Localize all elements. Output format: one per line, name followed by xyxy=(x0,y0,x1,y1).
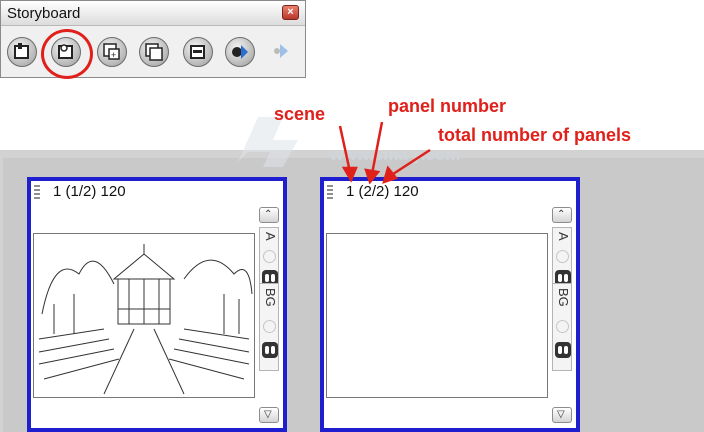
layer-bg[interactable]: BG xyxy=(552,283,572,371)
close-icon[interactable]: × xyxy=(282,5,299,20)
delete-panel-icon[interactable] xyxy=(183,37,213,67)
layer-lock-icon[interactable] xyxy=(556,320,569,333)
panel-header[interactable]: 1 (1/2) 120 xyxy=(31,181,283,205)
panel-layer-sidebar: ⌃ A BG ▽ xyxy=(552,207,574,427)
scroll-up-button[interactable]: ⌃ xyxy=(259,207,279,223)
storyboard-panel-1[interactable]: 1 (1/2) 120 ⌃ A BG ▽ xyxy=(27,177,287,432)
next-panel-icon[interactable] xyxy=(225,37,255,67)
panel-image[interactable] xyxy=(326,233,548,398)
storyboard-panel-2[interactable]: 1 (2/2) 120 ⌃ A BG ▽ xyxy=(320,177,580,432)
layer-visibility-icon[interactable] xyxy=(262,342,278,358)
layer-label: A xyxy=(263,232,278,241)
layer-label: A xyxy=(556,232,571,241)
panel-transition-icon[interactable] xyxy=(267,37,297,67)
scroll-down-button[interactable]: ▽ xyxy=(259,407,279,423)
scroll-down-button[interactable]: ▽ xyxy=(552,407,572,423)
panel-label: 1 (2/2) 120 xyxy=(346,183,419,200)
storyboard-toolbar-window: Storyboard × + xyxy=(0,0,306,79)
layer-label: BG xyxy=(556,288,571,307)
annotation-total-panels: total number of panels xyxy=(438,125,632,145)
layer-lock-icon[interactable] xyxy=(556,250,569,263)
annotation-arrows xyxy=(338,122,431,184)
layer-lock-icon[interactable] xyxy=(263,250,276,263)
layer-bg[interactable]: BG xyxy=(259,283,279,371)
panel-header[interactable]: 1 (2/2) 120 xyxy=(324,181,576,205)
annotation-scene: scene xyxy=(274,104,326,124)
drag-handle-icon[interactable] xyxy=(327,185,333,201)
layer-visibility-icon[interactable] xyxy=(555,342,571,358)
highlight-circle xyxy=(41,29,93,79)
panel-layer-sidebar: ⌃ A BG ▽ xyxy=(259,207,281,427)
scroll-up-button[interactable]: ⌃ xyxy=(552,207,572,223)
toolbar-title: Storyboard xyxy=(7,5,81,22)
layer-label: BG xyxy=(263,288,278,307)
new-scene-icon[interactable] xyxy=(7,37,37,67)
svg-text:+: + xyxy=(111,50,116,60)
duplicate-panel-icon[interactable] xyxy=(139,37,169,67)
gazebo-sketch xyxy=(38,244,253,395)
drag-handle-icon[interactable] xyxy=(34,185,40,201)
layer-lock-icon[interactable] xyxy=(263,320,276,333)
panel-label: 1 (1/2) 120 xyxy=(53,183,126,200)
toolbar-titlebar[interactable]: Storyboard × xyxy=(1,1,305,26)
annotation-panel-number: panel number xyxy=(388,96,507,116)
new-panel-before-icon[interactable]: + xyxy=(97,37,127,67)
panel-image[interactable] xyxy=(33,233,255,398)
